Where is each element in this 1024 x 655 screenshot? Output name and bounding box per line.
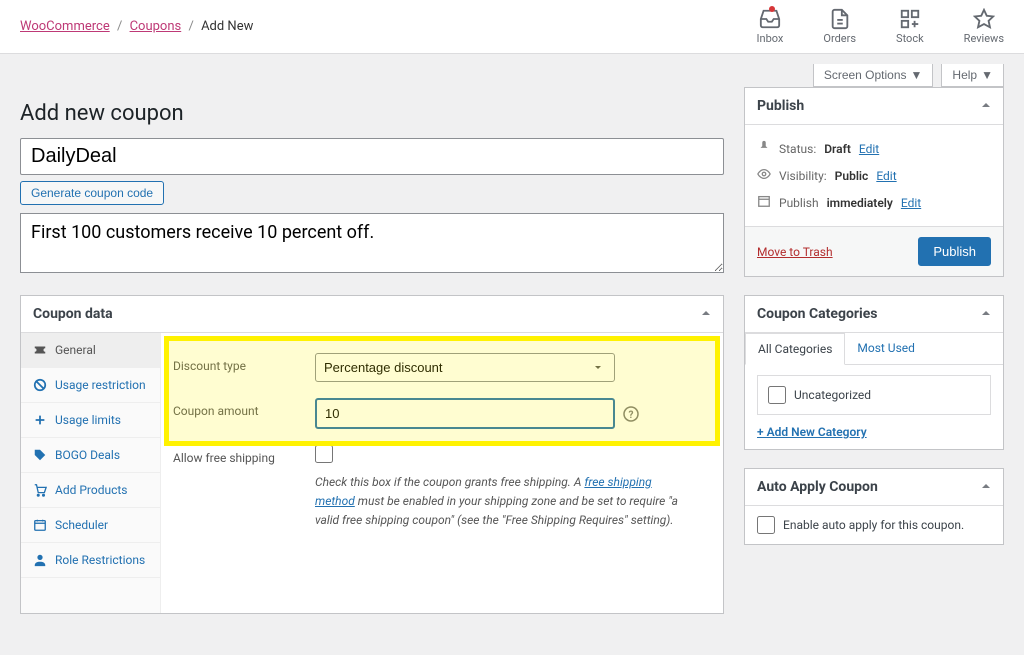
reviews-button[interactable]: Reviews (964, 8, 1004, 45)
plus-icon (33, 413, 47, 427)
allow-free-shipping-label: Allow free shipping (173, 445, 303, 465)
breadcrumb-current: Add New (201, 19, 253, 34)
cart-icon (33, 483, 47, 497)
publish-button[interactable]: Publish (918, 237, 991, 266)
stock-button[interactable]: Stock (896, 8, 924, 45)
tab-role-restrictions[interactable]: Role Restrictions (21, 543, 160, 578)
coupon-title-input[interactable] (20, 138, 724, 175)
category-label: Uncategorized (794, 388, 871, 402)
triangle-down-icon: ▼ (911, 68, 923, 82)
help-button[interactable]: Help ▼ (941, 64, 1004, 87)
tab-usage-restriction[interactable]: Usage restriction (21, 368, 160, 403)
categories-metabox: Coupon Categories All Categories Most Us… (744, 295, 1004, 450)
calendar-icon (33, 518, 47, 532)
auto-apply-label: Enable auto apply for this coupon. (783, 518, 964, 532)
coupon-tabs: General Usage restriction Usage limits B… (21, 333, 161, 613)
user-icon (33, 553, 47, 567)
triangle-up-icon (981, 308, 991, 318)
panel-collapse-button[interactable] (981, 307, 991, 322)
tab-bogo-deals[interactable]: BOGO Deals (21, 438, 160, 473)
generate-coupon-code-button[interactable]: Generate coupon code (20, 181, 164, 205)
coupon-amount-label: Coupon amount (173, 398, 303, 418)
top-bar: WooCommerce / Coupons / Add New Inbox Or… (0, 0, 1024, 54)
panel-collapse-button[interactable] (981, 480, 991, 495)
screen-options-button[interactable]: Screen Options ▼ (813, 64, 934, 87)
page-title: Add new coupon (20, 101, 724, 126)
tab-scheduler[interactable]: Scheduler (21, 508, 160, 543)
cat-tab-most-used[interactable]: Most Used (845, 333, 927, 364)
auto-apply-checkbox[interactable] (757, 516, 775, 534)
category-list: Uncategorized (757, 375, 991, 415)
coupon-data-title: Coupon data (33, 306, 113, 322)
tab-usage-limits[interactable]: Usage limits (21, 403, 160, 438)
edit-status-link[interactable]: Edit (859, 142, 879, 156)
category-checkbox[interactable] (768, 386, 786, 404)
coupon-amount-input[interactable] (315, 398, 615, 429)
auto-apply-metabox: Auto Apply Coupon Enable auto apply for … (744, 468, 1004, 545)
add-new-category-link[interactable]: + Add New Category (757, 425, 867, 439)
move-to-trash-link[interactable]: Move to Trash (757, 245, 833, 259)
reviews-label: Reviews (964, 32, 1004, 45)
categories-title: Coupon Categories (757, 306, 877, 322)
coupon-data-panel: Coupon data General Usage restriction (20, 295, 724, 614)
auto-apply-title: Auto Apply Coupon (757, 479, 878, 495)
discount-type-select[interactable]: Percentage discount (315, 353, 615, 382)
tab-general[interactable]: General (21, 333, 160, 368)
discount-type-label: Discount type (173, 353, 303, 373)
triangle-up-icon (981, 100, 991, 110)
grid-icon (899, 8, 921, 30)
edit-schedule-link[interactable]: Edit (901, 196, 921, 210)
cat-tab-all[interactable]: All Categories (745, 333, 845, 365)
category-item: Uncategorized (768, 386, 980, 404)
panel-collapse-button[interactable] (981, 99, 991, 114)
help-icon[interactable]: ? (623, 406, 639, 422)
ban-icon (33, 378, 47, 392)
panel-collapse-button[interactable] (701, 307, 711, 322)
coupon-description-textarea[interactable]: First 100 customers receive 10 percent o… (20, 213, 724, 273)
triangle-up-icon (981, 481, 991, 491)
orders-label: Orders (823, 32, 856, 45)
stock-label: Stock (896, 32, 924, 45)
ticket-icon (33, 343, 47, 357)
publish-metabox: Publish Status: Draft Edit Visibility: P… (744, 87, 1004, 277)
eye-icon (757, 167, 771, 184)
publish-title: Publish (757, 98, 804, 114)
edit-visibility-link[interactable]: Edit (876, 169, 896, 183)
triangle-up-icon (701, 308, 711, 318)
secondary-bar: Screen Options ▼ Help ▼ (0, 54, 1024, 87)
calendar-icon (757, 194, 771, 211)
star-icon (973, 8, 995, 30)
free-shipping-description: Check this box if the coupon grants free… (315, 473, 685, 531)
svg-text:?: ? (629, 410, 634, 421)
file-icon (829, 8, 851, 30)
triangle-down-icon: ▼ (981, 68, 993, 82)
inbox-label: Inbox (757, 32, 784, 45)
top-icons: Inbox Orders Stock Reviews (757, 8, 1004, 45)
allow-free-shipping-checkbox[interactable] (315, 445, 333, 463)
tab-add-products[interactable]: Add Products (21, 473, 160, 508)
coupon-fields: Discount type Percentage discount Coupon… (161, 333, 723, 613)
breadcrumb-root[interactable]: WooCommerce (20, 19, 110, 34)
tag-icon (33, 448, 47, 462)
inbox-button[interactable]: Inbox (757, 8, 784, 45)
orders-button[interactable]: Orders (823, 8, 856, 45)
breadcrumb-parent[interactable]: Coupons (130, 19, 182, 34)
pin-icon (757, 140, 771, 157)
breadcrumb: WooCommerce / Coupons / Add New (20, 19, 253, 34)
